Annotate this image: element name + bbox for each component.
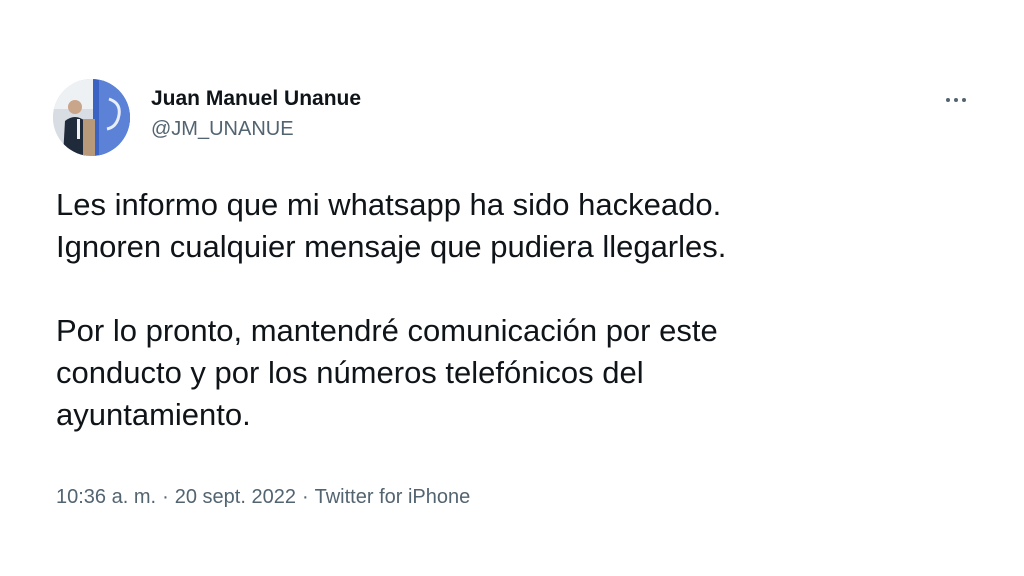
tweet-line: conducto y por los números telefónicos d… [56,355,644,390]
tweet-metadata: 10:36 a. m. · 20 sept. 2022 · Twitter for iP… [56,483,470,511]
avatar-photo-image [53,79,130,156]
tweet-line: Les informo que mi whatsapp ha sido hack… [56,187,722,222]
meta-separator: · [162,486,169,508]
meta-separator: · [301,486,309,508]
more-horizontal-icon [944,98,968,102]
tweet-paragraph-2: Por lo pronto, mantendré comunicación po… [56,310,956,436]
tweet-paragraph-1: Les informo que mi whatsapp ha sido hack… [56,184,956,268]
tweet-text: Les informo que mi whatsapp ha sido hack… [56,184,956,436]
tweet-line: Por lo pronto, mantendré comunicación po… [56,313,718,348]
avatar[interactable] [53,79,130,156]
tweet-source-link[interactable]: Twitter for iPhone [315,486,471,508]
more-options-button[interactable] [936,86,976,114]
tweet-time-link[interactable]: 10:36 a. m. [56,486,156,508]
tweet-card: Juan Manuel Unanue @JM_UNANUE Les inform… [0,0,1024,576]
tweet-date-link[interactable]: 20 sept. 2022 [175,486,296,508]
tweet-line: Ignoren cualquier mensaje que pudiera ll… [56,229,727,264]
author-info: Juan Manuel Unanue @JM_UNANUE [151,86,361,142]
author-display-name[interactable]: Juan Manuel Unanue [151,86,361,112]
tweet-line: ayuntamiento. [56,397,251,432]
author-handle[interactable]: @JM_UNANUE [151,116,361,142]
